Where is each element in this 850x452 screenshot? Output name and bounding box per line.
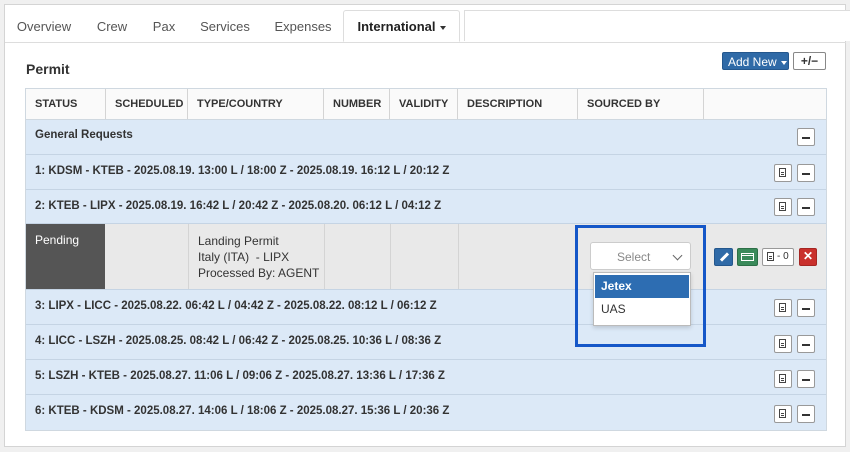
add-new-button[interactable]: Add New: [722, 52, 789, 70]
leg-row: 2: KTEB - LIPX - 2025.08.19. 16:42 L / 2…: [26, 190, 826, 224]
tab-filler: [464, 10, 850, 41]
documents-count-button[interactable]: - 0: [762, 248, 794, 266]
minus-icon: [802, 173, 810, 175]
minus-icon: [802, 207, 810, 209]
permit-processed-by: Processed By: AGENT: [198, 266, 320, 280]
focus-highlight: [575, 225, 706, 347]
collapse-button[interactable]: [797, 370, 815, 388]
leg-label: 3: LIPX - LICC - 2025.08.22. 06:42 L / 0…: [35, 300, 437, 312]
section-title: Permit: [26, 61, 70, 77]
leg-label: 5: LSZH - KTEB - 2025.08.27. 11:06 L / 0…: [35, 370, 445, 382]
document-icon: [779, 303, 786, 312]
header-scheduled: SCHEDULED: [106, 89, 188, 119]
leg-label: 2: KTEB - LIPX - 2025.08.19. 16:42 L / 2…: [35, 200, 442, 212]
edit-button[interactable]: [714, 248, 733, 266]
leg-label: 6: KTEB - KDSM - 2025.08.27. 14:06 L / 1…: [35, 405, 450, 417]
tab-services[interactable]: Services: [187, 10, 263, 42]
leg-row: 1: KDSM - KTEB - 2025.08.19. 13:00 L / 1…: [26, 155, 826, 190]
expand-collapse-button[interactable]: +/−: [793, 52, 826, 70]
tab-international[interactable]: International: [343, 10, 460, 42]
permit-type-country: Landing Permit Italy (ITA) - LIPX Proces…: [198, 233, 319, 281]
minus-icon: [802, 308, 810, 310]
permit-table: STATUS SCHEDULED TYPE/COUNTRY NUMBER VAL…: [25, 88, 827, 431]
leg-row: 4: LICC - LSZH - 2025.08.25. 08:42 L / 0…: [26, 325, 826, 360]
leg-label: 1: KDSM - KTEB - 2025.08.19. 13:00 L / 1…: [35, 165, 450, 177]
payment-button[interactable]: [737, 248, 758, 266]
minus-icon: [802, 379, 810, 381]
permit-row: Pending Landing Permit Italy (ITA) - LIP…: [26, 224, 826, 290]
header-number: NUMBER: [324, 89, 390, 119]
collapse-button[interactable]: [797, 335, 815, 353]
document-icon: [779, 339, 786, 348]
leg-label: 4: LICC - LSZH - 2025.08.25. 08:42 L / 0…: [35, 335, 442, 347]
documents-button[interactable]: [774, 299, 792, 317]
collapse-button[interactable]: [797, 405, 815, 423]
tab-international-label: International: [357, 19, 436, 34]
document-icon: [767, 252, 774, 261]
documents-button[interactable]: [774, 164, 792, 182]
header-status: STATUS: [26, 89, 106, 119]
documents-button[interactable]: [774, 405, 792, 423]
status-label: Pending: [35, 233, 80, 247]
tab-crew[interactable]: Crew: [83, 10, 141, 42]
doc-count: 0: [783, 251, 789, 262]
documents-button[interactable]: [774, 335, 792, 353]
caret-down-icon: [439, 25, 446, 30]
doc-count-label: - 0: [777, 251, 789, 262]
close-icon: ✕: [802, 249, 814, 263]
leg-row: 6: KTEB - KDSM - 2025.08.27. 14:06 L / 1…: [26, 395, 826, 430]
document-icon: [779, 202, 786, 211]
group-label: General Requests: [35, 129, 133, 141]
divider: [390, 224, 391, 289]
document-icon: [779, 409, 786, 418]
divider: [458, 224, 459, 289]
tab-bar: Overview Crew Pax Services Expenses Inte…: [5, 10, 850, 43]
status-cell: Pending: [26, 224, 105, 289]
tab-overview[interactable]: Overview: [5, 10, 83, 42]
divider: [188, 224, 189, 289]
permit-type: Landing Permit: [198, 234, 279, 248]
documents-button[interactable]: [774, 370, 792, 388]
collapse-button[interactable]: [797, 164, 815, 182]
collapse-button[interactable]: [797, 198, 815, 216]
document-icon: [779, 374, 786, 383]
delete-button[interactable]: ✕: [799, 248, 817, 266]
general-requests-row: General Requests: [26, 120, 826, 155]
leg-row: 5: LSZH - KTEB - 2025.08.27. 11:06 L / 0…: [26, 360, 826, 395]
add-new-label: Add New: [728, 55, 777, 69]
permit-country: Italy (ITA) - LIPX: [198, 250, 290, 264]
header-type-country: TYPE/COUNTRY: [188, 89, 324, 119]
header-description: DESCRIPTION: [458, 89, 578, 119]
minus-icon: [802, 344, 810, 346]
tab-expenses[interactable]: Expenses: [263, 10, 343, 42]
caret-down-icon: [780, 60, 787, 65]
collapse-button[interactable]: [797, 299, 815, 317]
leg-row: 3: LIPX - LICC - 2025.08.22. 06:42 L / 0…: [26, 290, 826, 325]
divider: [324, 224, 325, 289]
documents-button[interactable]: [774, 198, 792, 216]
minus-icon: [802, 137, 810, 139]
table-header: STATUS SCHEDULED TYPE/COUNTRY NUMBER VAL…: [26, 89, 826, 120]
header-sourced-by: SOURCED BY: [578, 89, 704, 119]
tab-pax[interactable]: Pax: [141, 10, 187, 42]
document-icon: [779, 168, 786, 177]
header-validity: VALIDITY: [390, 89, 458, 119]
collapse-button[interactable]: [797, 128, 815, 146]
minus-icon: [802, 414, 810, 416]
